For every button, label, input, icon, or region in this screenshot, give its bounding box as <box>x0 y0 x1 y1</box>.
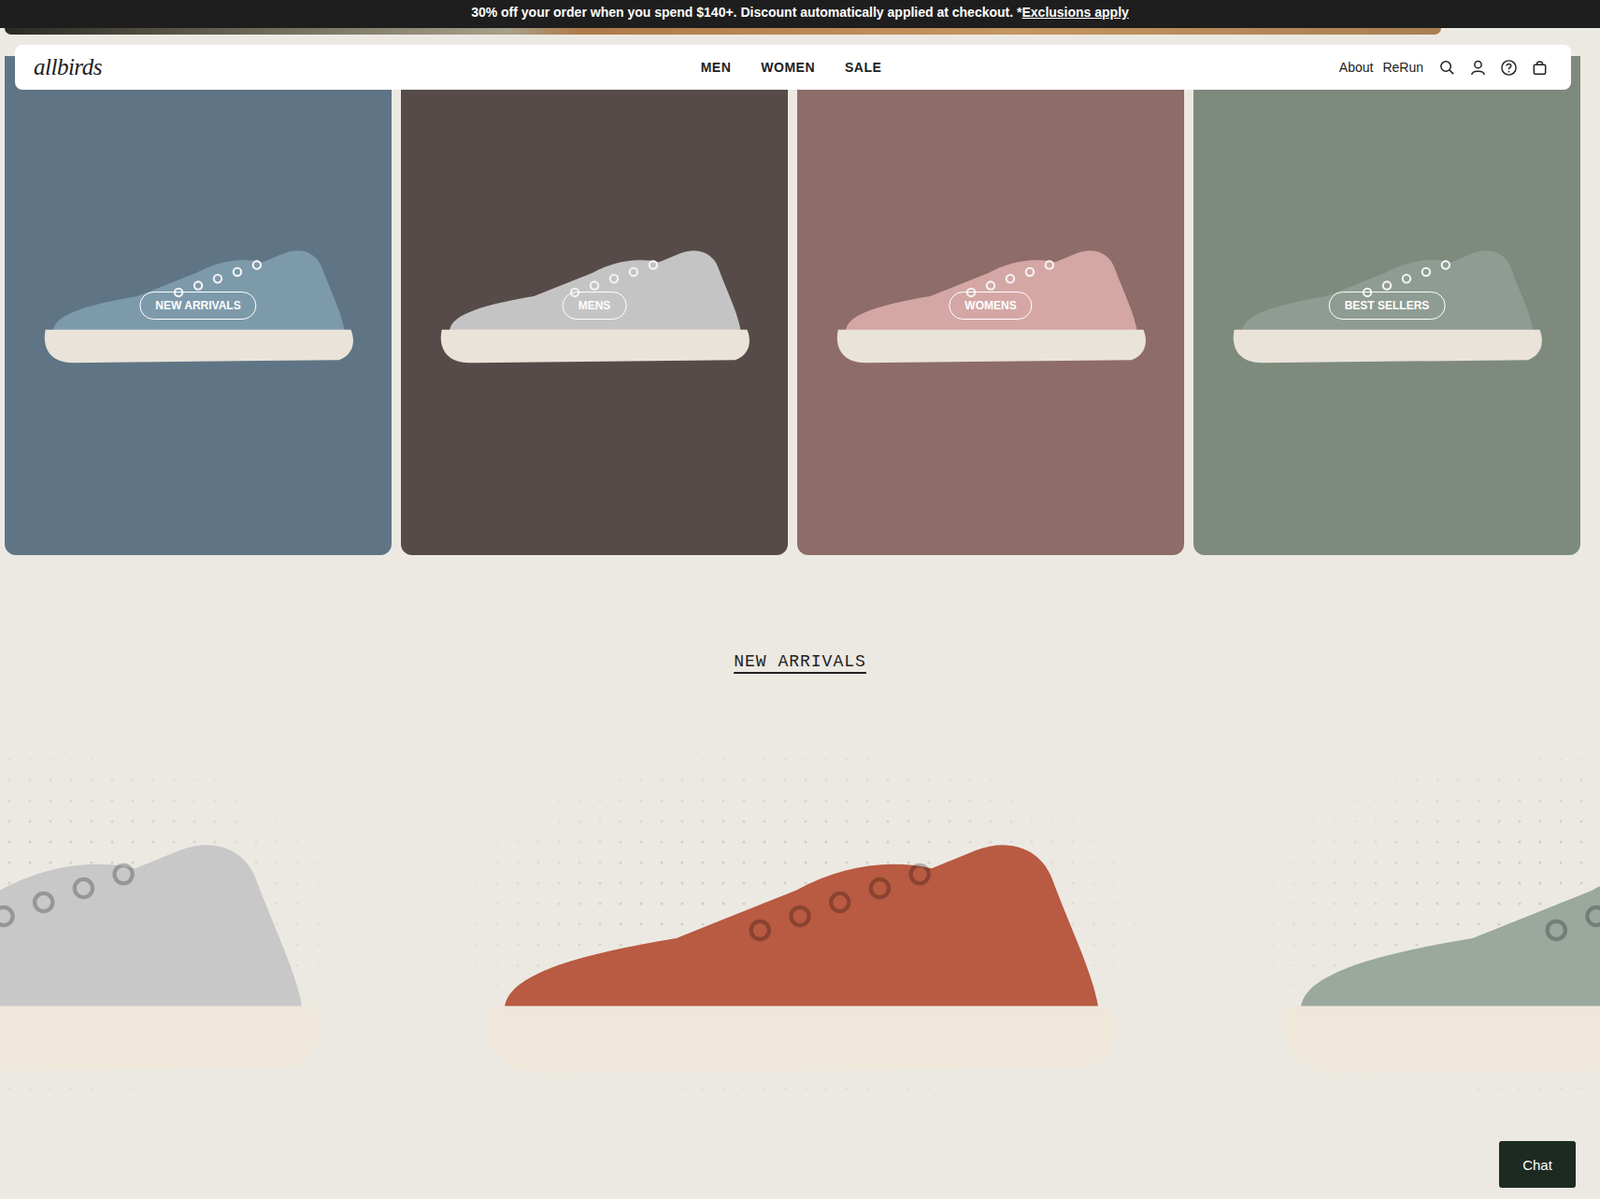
nav-link[interactable]: WOMEN <box>760 59 815 75</box>
category-card[interactable]: MENS <box>400 56 788 556</box>
product-slide[interactable] <box>0 727 343 1120</box>
chat-button[interactable]: Chat <box>1499 1141 1576 1188</box>
hero-image <box>4 28 1442 35</box>
cart-icon[interactable] <box>1530 58 1549 77</box>
promo-text: 30% off your order when you spend $140+.… <box>471 4 1022 20</box>
exclusions-link[interactable]: Exclusions apply <box>1021 4 1129 20</box>
page: 30% off your order when you spend $140+.… <box>0 0 1600 1199</box>
carousel-track <box>0 727 1600 1120</box>
category-button[interactable]: BEST SELLERS <box>1328 291 1446 320</box>
search-icon[interactable] <box>1438 58 1457 77</box>
category-button[interactable]: WOMENS <box>948 291 1032 320</box>
category-button[interactable]: NEW ARRIVALS <box>139 291 257 320</box>
category-card[interactable]: NEW ARRIVALS <box>4 56 392 556</box>
shoe-image <box>1257 806 1600 1106</box>
category-button[interactable]: MENS <box>562 291 628 320</box>
category-card[interactable]: BEST SELLERS <box>1193 56 1581 556</box>
account-icon[interactable] <box>1469 58 1487 77</box>
nav-utility: About ReRun <box>881 58 1549 77</box>
promo-bar: 30% off your order when you spend $140+.… <box>0 0 1600 29</box>
product-slide[interactable] <box>460 727 1140 1120</box>
nav-links: MEN WOMEN SALE <box>700 59 883 75</box>
section-title[interactable]: NEW ARRIVALS <box>0 652 1600 672</box>
nav-link[interactable]: MEN <box>700 59 732 75</box>
help-icon[interactable] <box>1500 58 1518 77</box>
nav-link[interactable]: SALE <box>844 59 882 75</box>
utility-link[interactable]: ReRun <box>1382 59 1424 75</box>
category-card[interactable]: WOMENS <box>797 56 1185 556</box>
utility-link[interactable]: About <box>1339 59 1374 75</box>
shoe-image <box>0 806 343 1106</box>
shoe-image <box>460 806 1140 1106</box>
logo[interactable]: allbirds <box>33 54 701 81</box>
category-grid: NEW ARRIVALS MENS WOMENS BEST SELLERS <box>4 56 1581 556</box>
main-nav: allbirdsMEN WOMEN SALE About ReRun <box>14 44 1572 90</box>
product-slide[interactable] <box>1257 727 1600 1120</box>
product-carousel <box>0 727 1600 1120</box>
